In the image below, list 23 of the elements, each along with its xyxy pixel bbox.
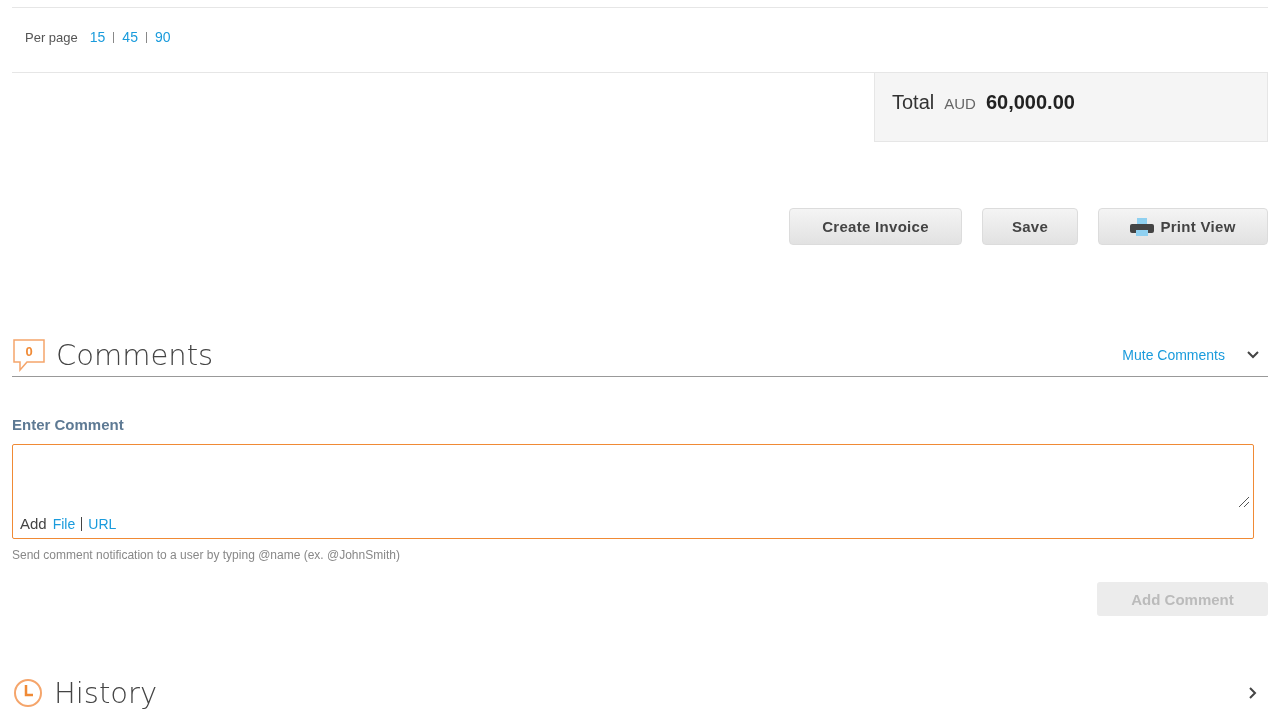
attach-link[interactable]: URL <box>88 515 117 532</box>
print-view-button[interactable]: Print View <box>1098 208 1268 245</box>
comment-field[interactable]: Add File URL <box>12 444 1254 539</box>
comment-field-label: Enter Comment <box>12 416 125 433</box>
action-button[interactable]: Save <box>982 208 1078 245</box>
page-size-link[interactable]: 90 <box>154 29 171 45</box>
mention-hint: Send comment notification to a user by typing @name (ex. @JohnSmith) <box>12 548 401 562</box>
action-button[interactable]: Create Invoice <box>789 208 962 245</box>
add-label: Add <box>20 515 47 532</box>
page-size-link[interactable]: 15 <box>89 29 106 45</box>
mute-comments-link[interactable]: Mute Comments <box>1122 346 1225 363</box>
printer-icon <box>1130 217 1155 236</box>
total-amount: 60,000.00 <box>985 91 1075 114</box>
history-heading: History <box>54 676 159 710</box>
per-page-label: Per page <box>25 29 78 45</box>
resize-handle-icon[interactable] <box>1238 496 1250 508</box>
attach-link[interactable]: File <box>52 515 76 532</box>
clock-icon <box>12 677 44 709</box>
total-label: Total <box>892 91 935 114</box>
currency-code: AUD <box>944 95 976 112</box>
comments-heading: Comments <box>56 337 215 372</box>
page-size-link[interactable]: 45 <box>122 29 138 45</box>
comment-count-icon: 0 <box>12 337 46 372</box>
